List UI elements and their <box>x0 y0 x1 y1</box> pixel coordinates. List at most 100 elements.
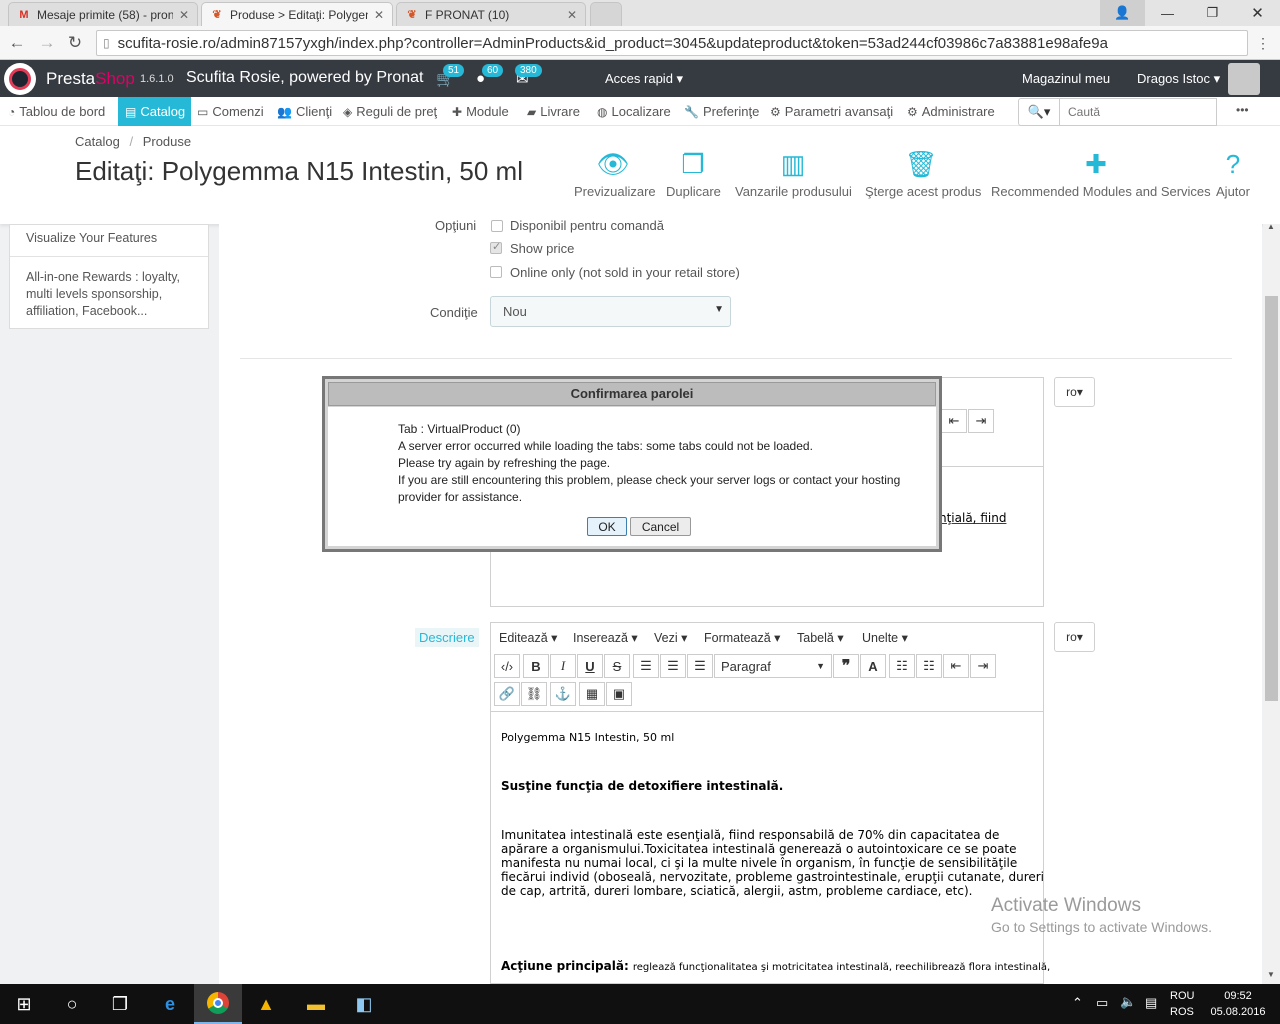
new-tab-button[interactable] <box>590 2 622 26</box>
menu-item-orders[interactable]: ▭ Comenzi <box>197 97 264 126</box>
prestashop-logo[interactable] <box>4 63 36 95</box>
delete-product-button[interactable]: 🗑 Şterge acest produs <box>865 150 981 199</box>
editor-menu-format[interactable]: Formatează ▾ <box>704 630 780 645</box>
tab-products[interactable]: ❦ Produse > Editaţi: Polygen ✕ <box>201 2 393 26</box>
editor-menu-edit[interactable]: Editează ▾ <box>499 630 557 645</box>
condition-select[interactable]: Nou ▼ <box>490 296 731 327</box>
recommended-modules-button[interactable]: ✚ Recommended Modules and Services <box>991 150 1211 199</box>
numbered-list-icon[interactable]: ☷ <box>916 654 942 678</box>
app-icon[interactable]: ◧ <box>340 984 388 1024</box>
my-shop-link[interactable]: Magazinul meu <box>1022 71 1110 86</box>
windows-start-icon[interactable]: ⊞ <box>0 984 48 1024</box>
unlink-icon[interactable]: ⛓ <box>521 682 547 706</box>
chrome-icon[interactable] <box>194 984 242 1024</box>
close-window-icon[interactable]: ✕ <box>1235 0 1280 26</box>
ok-button[interactable]: OK <box>587 517 627 536</box>
menu-icon[interactable]: ⋮ <box>1252 32 1274 54</box>
scroll-down-icon[interactable]: ▼ <box>1267 970 1275 979</box>
source-code-icon[interactable]: ‹/› <box>494 654 520 678</box>
menu-item-customers[interactable]: 👥 Clienţi <box>277 97 332 126</box>
avatar[interactable] <box>1228 63 1260 95</box>
paragraph-format-select[interactable]: Paragraf ▼ <box>714 654 832 678</box>
indent-icon[interactable]: ⇥ <box>968 409 994 433</box>
short-desc-language-dropdown[interactable]: ro ▾ <box>1054 377 1095 407</box>
page-scrollbar[interactable]: ▲ ▼ <box>1263 222 1280 984</box>
editor-menu-table[interactable]: Tabelă ▾ <box>797 630 844 645</box>
tab-pronat[interactable]: ❦ F PRONAT (10) ✕ <box>396 2 586 26</box>
align-right-icon[interactable]: ☰ <box>687 654 713 678</box>
media-icon[interactable]: ▦ <box>579 682 605 706</box>
strikethrough-icon[interactable]: S <box>604 654 630 678</box>
search-icon[interactable]: ○ <box>48 984 96 1024</box>
blockquote-icon[interactable]: ❞ <box>833 654 859 678</box>
minimize-icon[interactable]: — <box>1145 0 1190 26</box>
align-left-icon[interactable]: ☰ <box>633 654 659 678</box>
menu-item-catalog[interactable]: ▤ Catalog <box>118 97 191 126</box>
url-input[interactable]: ▯ scufita-rosie.ro/admin87157yxgh/index.… <box>96 30 1248 56</box>
search-type-dropdown[interactable]: 🔍 ▾ <box>1018 98 1060 126</box>
breadcrumb-products[interactable]: Produse <box>143 134 191 149</box>
quick-access-dropdown[interactable]: Acces rapid ▾ <box>605 71 683 87</box>
scrollbar-thumb[interactable] <box>1265 296 1278 701</box>
align-center-icon[interactable]: ☰ <box>660 654 686 678</box>
anchor-icon[interactable]: ⚓ <box>550 682 576 706</box>
tab-gmail[interactable]: M Mesaje primite (58) - pron ✕ <box>8 2 198 26</box>
clock[interactable]: 09:52 05.08.2016 <box>1210 988 1266 1020</box>
online-only-checkbox[interactable] <box>490 266 502 278</box>
network-icon[interactable]: ▭ <box>1096 995 1108 1011</box>
menu-item-price-rules[interactable]: ◈ Reguli de preţ <box>343 97 437 126</box>
google-drive-icon[interactable]: ▲ <box>242 984 290 1024</box>
menu-item-dashboard[interactable]: ◔ Tablou de bord <box>8 97 105 126</box>
indent-icon[interactable]: ⇥ <box>970 654 996 678</box>
bullet-list-icon[interactable]: ☷ <box>889 654 915 678</box>
menu-item-shipping[interactable]: ▰ Livrare <box>527 97 580 126</box>
text-color-icon[interactable]: A <box>860 654 886 678</box>
help-button[interactable]: ? Ajutor <box>1214 150 1252 199</box>
sidebar-item-features[interactable]: Visualize Your Features <box>26 231 157 245</box>
menu-item-localization[interactable]: ◍ Localizare <box>597 97 671 126</box>
show-price-checkbox[interactable]: ✓ <box>490 241 502 254</box>
shop-name[interactable]: Scufita Rosie, powered by Pronat <box>186 69 423 87</box>
italic-icon[interactable]: I <box>550 654 576 678</box>
search-input[interactable] <box>1059 98 1217 126</box>
outdent-icon[interactable]: ⇤ <box>943 654 969 678</box>
file-explorer-icon[interactable]: ▬ <box>292 984 340 1024</box>
back-icon[interactable]: ← <box>6 32 28 54</box>
outdent-icon[interactable]: ⇤ <box>941 409 967 433</box>
editor-menu-insert[interactable]: Inserează ▾ <box>573 630 638 645</box>
available-checkbox[interactable] <box>491 220 503 232</box>
menu-item-preferences[interactable]: 🔧 Preferinţe <box>684 97 759 126</box>
reload-icon[interactable]: ↻ <box>64 32 86 54</box>
image-icon[interactable]: ▣ <box>606 682 632 706</box>
duplicate-button[interactable]: ❐ Duplicare <box>666 150 721 199</box>
product-sales-button[interactable]: ▥ Vanzarile produsului <box>735 150 852 199</box>
underline-icon[interactable]: U <box>577 654 603 678</box>
description-editor[interactable]: Editează ▾ Inserează ▾ Vezi ▾ Formatează… <box>490 622 1050 984</box>
brand-name[interactable]: PrestaShop <box>46 69 135 89</box>
forward-icon[interactable]: → <box>36 32 58 54</box>
user-dropdown[interactable]: Dragos Istoc ▾ <box>1137 71 1220 87</box>
edge-icon[interactable]: e <box>146 984 194 1024</box>
task-view-icon[interactable]: ❐ <box>96 984 144 1024</box>
language-indicator[interactable]: ROU ROS <box>1170 988 1194 1020</box>
sidebar-item-rewards[interactable]: All-in-one Rewards : loyalty, multi leve… <box>26 269 198 320</box>
menu-item-advanced[interactable]: ⚙ Parametri avansaţi <box>770 97 893 126</box>
preview-button[interactable]: 👁 Previzualizare <box>574 150 656 199</box>
editor-menu-tools[interactable]: Unelte ▾ <box>862 630 908 645</box>
editor-menu-view[interactable]: Vezi ▾ <box>654 630 687 645</box>
notifications-icon[interactable]: ▤ <box>1145 995 1157 1011</box>
close-icon[interactable]: ✕ <box>374 8 384 22</box>
close-icon[interactable]: ✕ <box>567 8 577 22</box>
more-menu[interactable]: ••• <box>1236 103 1249 117</box>
cancel-button[interactable]: Cancel <box>630 517 691 536</box>
restore-icon[interactable]: ❐ <box>1190 0 1235 26</box>
breadcrumb-catalog[interactable]: Catalog <box>75 134 120 149</box>
menu-item-administration[interactable]: ⚙ Administrare <box>907 97 995 126</box>
scroll-up-icon[interactable]: ▲ <box>1267 222 1275 231</box>
close-icon[interactable]: ✕ <box>179 8 189 22</box>
link-icon[interactable]: 🔗 <box>494 682 520 706</box>
volume-icon[interactable]: 🔈 <box>1120 994 1136 1010</box>
description-language-dropdown[interactable]: ro ▾ <box>1054 622 1095 652</box>
profile-icon[interactable]: 👤 <box>1100 0 1145 26</box>
bold-icon[interactable]: B <box>523 654 549 678</box>
